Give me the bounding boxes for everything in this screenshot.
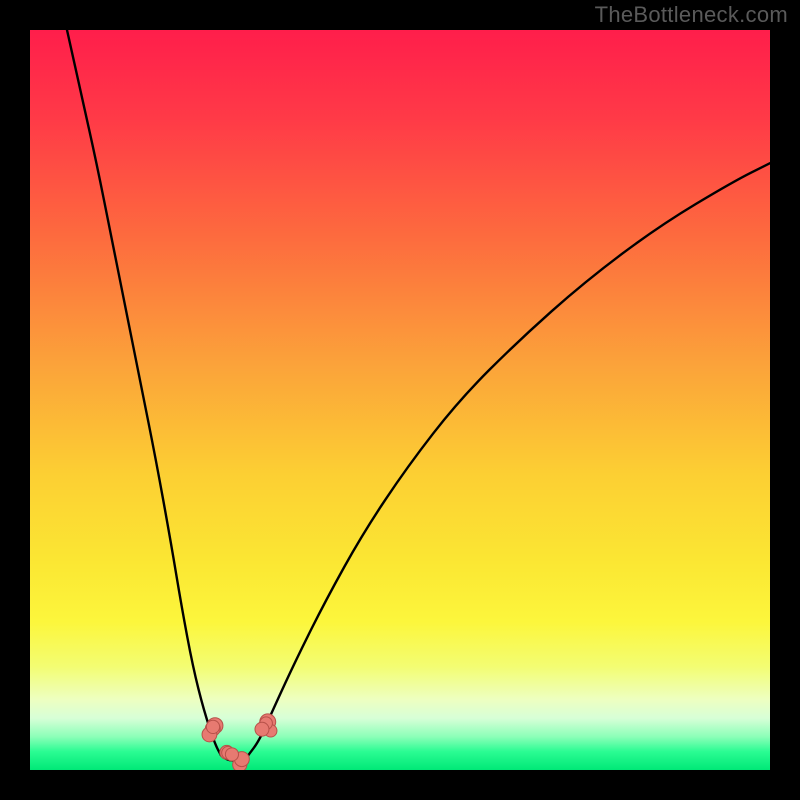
curve-bottleneck-curve-right: [248, 163, 770, 755]
data-dot: [255, 722, 269, 736]
watermark-text: TheBottleneck.com: [595, 2, 788, 28]
data-point-clusters: [202, 714, 277, 770]
bottleneck-curve: [67, 30, 770, 761]
plot-area: [30, 30, 770, 770]
data-dot: [225, 748, 238, 761]
curve-bottleneck-curve-left: [67, 30, 221, 755]
data-dot: [206, 720, 219, 733]
curve-layer: [30, 30, 770, 770]
chart-frame: TheBottleneck.com: [0, 0, 800, 800]
